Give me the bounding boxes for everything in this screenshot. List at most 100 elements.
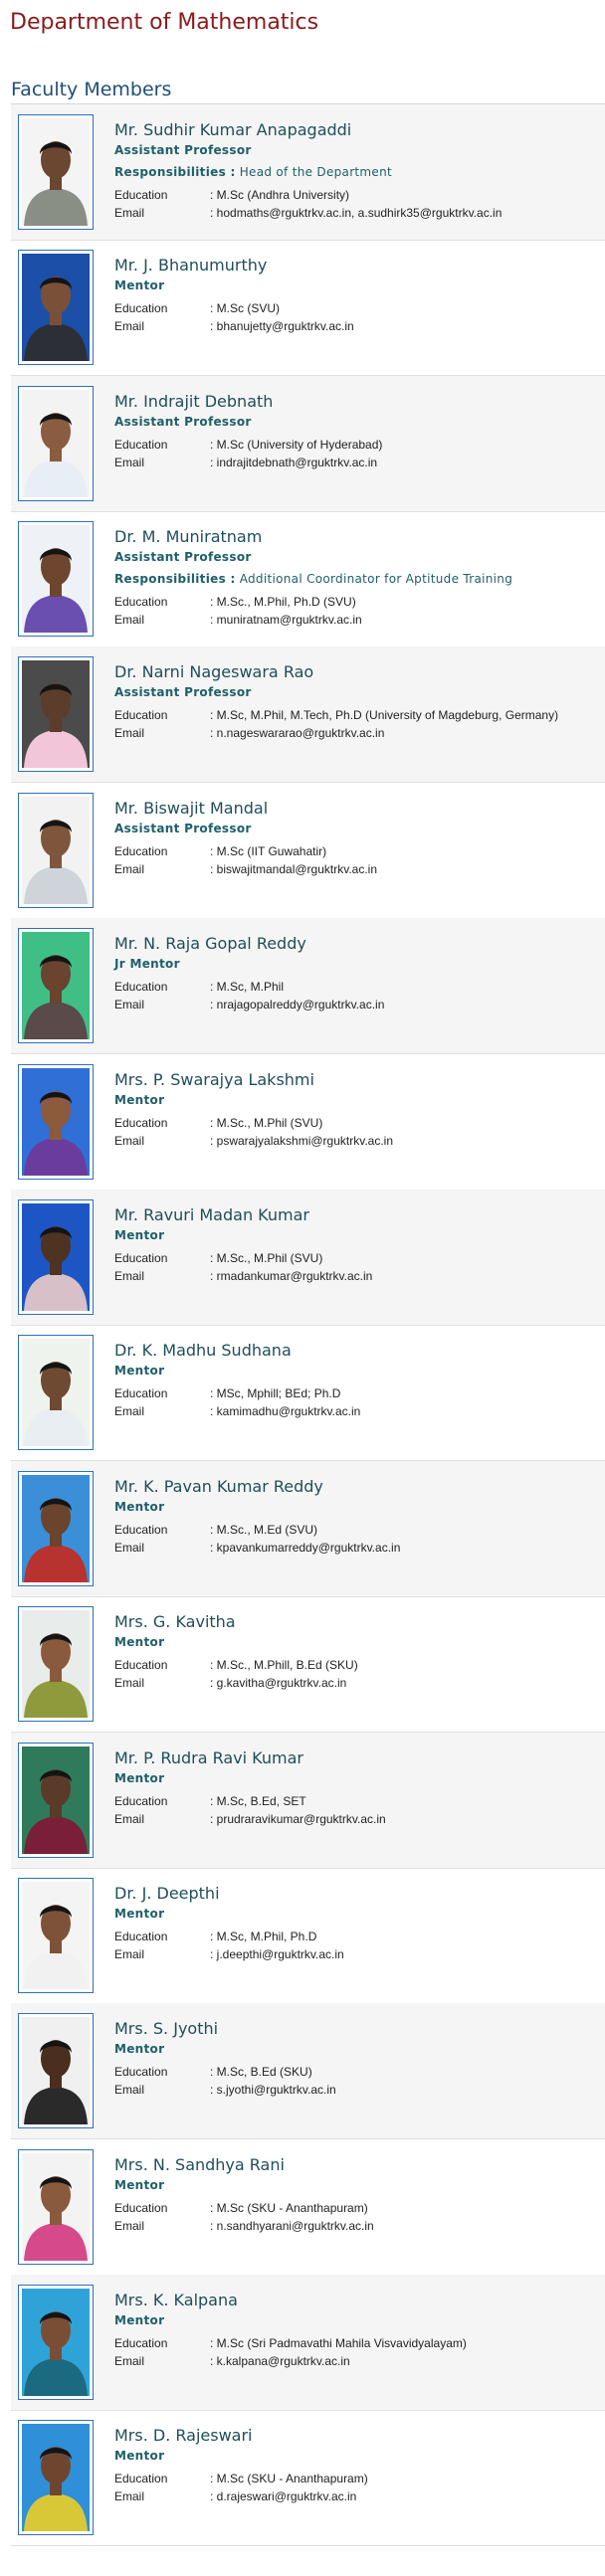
email-label: Email <box>114 862 145 876</box>
email-label: Email <box>114 1541 145 1555</box>
education-value: : M.Sc, B.Ed, SET <box>210 1794 306 1808</box>
faculty-info: Mr. N. Raja Gopal Reddy Jr Mentor Educatio… <box>114 934 602 1013</box>
faculty-info: Mrs. S. Jyothi Mentor Education: M.Sc, B.E… <box>114 2019 602 2099</box>
education-value: : MSc, Mphill; BEd; Ph.D <box>210 1386 341 1400</box>
faculty-info: Dr. Narni Nageswara Rao Assistant Profess… <box>114 662 602 742</box>
faculty-card: Mr. K. Pavan Kumar Reddy Mentor Education:… <box>11 1461 605 1597</box>
education-label: Education <box>114 595 168 609</box>
faculty-card: Mrs. P. Swarajya Lakshmi Mentor Education:… <box>11 1054 605 1191</box>
education-value: : M.Sc., M.Phil (SVU) <box>210 1251 323 1265</box>
email-row: Email: g.kavitha@rguktrkv.ac.in <box>114 1674 602 1692</box>
email-row: Email: n.nageswararao@rguktrkv.ac.in <box>114 724 602 742</box>
email-row: Email: kpavankumarreddy@rguktrkv.ac.in <box>114 1539 602 1557</box>
faculty-name: Mrs. N. Sandhya Rani <box>114 2155 285 2174</box>
photo-frame <box>18 928 94 1043</box>
education-row: Education: M.Sc (IIT Guwahatir) <box>114 842 602 860</box>
education-row: Education: M.Sc., M.Ed (SVU) <box>114 1521 602 1539</box>
education-label: Education <box>114 1658 168 1672</box>
faculty-card: Mr. Sudhir Kumar Anapagaddi Assistant Pro… <box>11 104 605 241</box>
photo-frame <box>18 250 94 365</box>
education-row: Education : M.Sc., M.Phil (SVU) <box>114 1249 602 1267</box>
faculty-name: Mrs. G. Kavitha <box>114 1612 236 1631</box>
education-label: Education <box>114 2065 168 2079</box>
responsibilities-value: Head of the Department <box>239 165 393 179</box>
faculty-name: Mrs. D. Rajeswari <box>114 2426 253 2445</box>
email-row: Email: bhanujetty@rguktrkv.ac.in <box>114 317 602 335</box>
email-value: : n.sandhyarani@rguktrkv.ac.in <box>210 2219 374 2233</box>
photo-frame <box>18 2420 94 2535</box>
education-label: Education <box>114 1116 168 1130</box>
email-label: Email <box>114 2354 145 2368</box>
photo-frame <box>18 1878 94 1993</box>
faculty-card: Mrs. S. Jyothi Mentor Education: M.Sc, B.E… <box>11 2003 605 2139</box>
faculty-info: Mrs. P. Swarajya Lakshmi Mentor Education:… <box>114 1070 602 1150</box>
faculty-list: Mr. Sudhir Kumar Anapagaddi Assistant Pro… <box>11 104 605 2576</box>
faculty-card: Dr. M. Muniratnam Assistant Professor Resp… <box>11 511 605 647</box>
faculty-info: Mr. Indrajit Debnath Assistant Professor E… <box>114 392 602 471</box>
email-row: Email: prudraravikumar@rguktrkv.ac.in <box>114 1810 602 1828</box>
email-value: : rmadankumar@rguktrkv.ac.in <box>210 1269 373 1283</box>
portrait-photo <box>22 797 90 904</box>
faculty-role: Mentor <box>114 1907 165 1921</box>
education-value: : M.Sc., M.Phil (SVU) <box>210 1116 323 1130</box>
email-value: : kamimadhu@rguktrkv.ac.in <box>210 1404 361 1418</box>
faculty-name: Mr. N. Raja Gopal Reddy <box>114 934 306 953</box>
responsibilities: Responsibilities : Head of the Departmen… <box>114 164 602 180</box>
email-label: Email <box>114 1269 145 1283</box>
faculty-role: Assistant Professor <box>114 822 252 835</box>
email-value: : muniratnam@rguktrkv.ac.in <box>210 613 362 627</box>
email-label: Email <box>114 1947 145 1961</box>
responsibilities: Responsibilities : Additional Coordinato… <box>114 571 602 587</box>
faculty-role: Assistant Professor <box>114 143 252 157</box>
photo-frame <box>18 1606 94 1722</box>
education-label: Education <box>114 1251 168 1265</box>
faculty-info: Mr. K. Pavan Kumar Reddy Mentor Education:… <box>114 1477 602 1557</box>
portrait-photo <box>22 1882 90 1989</box>
faculty-role: Mentor <box>114 1771 165 1785</box>
email-row: Email: muniratnam@rguktrkv.ac.in <box>114 611 602 629</box>
portrait-photo <box>22 390 90 497</box>
email-label: Email <box>114 206 145 220</box>
education-value: : M.Sc (Sri Padmavathi Mahila Visvavidya… <box>210 2336 467 2350</box>
education-label: Education <box>114 1386 168 1400</box>
photo-frame <box>18 1471 94 1586</box>
email-label: Email <box>114 2083 145 2097</box>
faculty-info: Mrs. N. Sandhya Rani Mentor Education: M.S… <box>114 2155 602 2235</box>
faculty-info: Mr. Biswajit Mandal Assistant Professor Ed… <box>114 799 602 878</box>
faculty-name: Mr. Sudhir Kumar Anapagaddi <box>114 120 352 139</box>
portrait-photo <box>22 2289 90 2396</box>
faculty-name: Mrs. S. Jyothi <box>114 2019 219 2038</box>
education-row: Education: M.Sc, M.Phil <box>114 978 602 996</box>
education-value: : M.Sc, M.Phil, Ph.D <box>210 1930 317 1943</box>
portrait-photo <box>22 1203 90 1311</box>
photo-frame <box>18 793 94 908</box>
email-value: : pswarajyalakshmi@rguktrkv.ac.in <box>210 1134 394 1148</box>
portrait-photo <box>22 525 90 633</box>
email-row: Email: d.rajeswari@rguktrkv.ac.in <box>114 2487 602 2505</box>
portrait-photo <box>22 1068 90 1176</box>
education-label: Education <box>114 2472 168 2485</box>
faculty-name: Mr. Biswajit Mandal <box>114 799 269 818</box>
education-value: : M.Sc, M.Phil <box>210 980 285 994</box>
education-row: Education : M.Sc., M.Phil (SVU) <box>114 1114 602 1132</box>
email-value: : k.kalpana@rguktrkv.ac.in <box>210 2354 350 2368</box>
email-label: Email <box>114 319 145 333</box>
section-title: Faculty Members <box>11 79 172 100</box>
faculty-info: Mrs. G. Kavitha Mentor Education: M.Sc., M… <box>114 1612 602 1692</box>
responsibilities-value: Additional Coordinator for Aptitude Trai… <box>239 572 513 586</box>
email-value: : indrajitdebnath@rguktrkv.ac.in <box>210 456 378 469</box>
email-row: Email: nrajagopalreddy@rguktrkv.ac.in <box>114 996 602 1013</box>
email-label: Email <box>114 2219 145 2233</box>
email-row: Email: indrajitdebnath@rguktrkv.ac.in <box>114 454 602 471</box>
email-row: Email: s.jyothi@rguktrkv.ac.in <box>114 2081 602 2099</box>
email-value: : j.deepthi@rguktrkv.ac.in <box>210 1947 344 1961</box>
faculty-name: Mrs. K. Kalpana <box>114 2291 238 2309</box>
email-label: Email <box>114 1134 145 1148</box>
photo-frame <box>18 2013 94 2128</box>
education-value: : M.Sc (University of Hyderabad) <box>210 438 383 452</box>
education-row: Education: M.Sc (SKU - Ananthapuram) <box>114 2199 602 2217</box>
email-label: Email <box>114 2489 145 2503</box>
email-row: Email : k.kalpana@rguktrkv.ac.in <box>114 2352 602 2370</box>
education-row: Education: M.Sc (Sri Padmavathi Mahila V… <box>114 2334 602 2352</box>
faculty-card: Mr. Indrajit Debnath Assistant Professor E… <box>11 376 605 512</box>
